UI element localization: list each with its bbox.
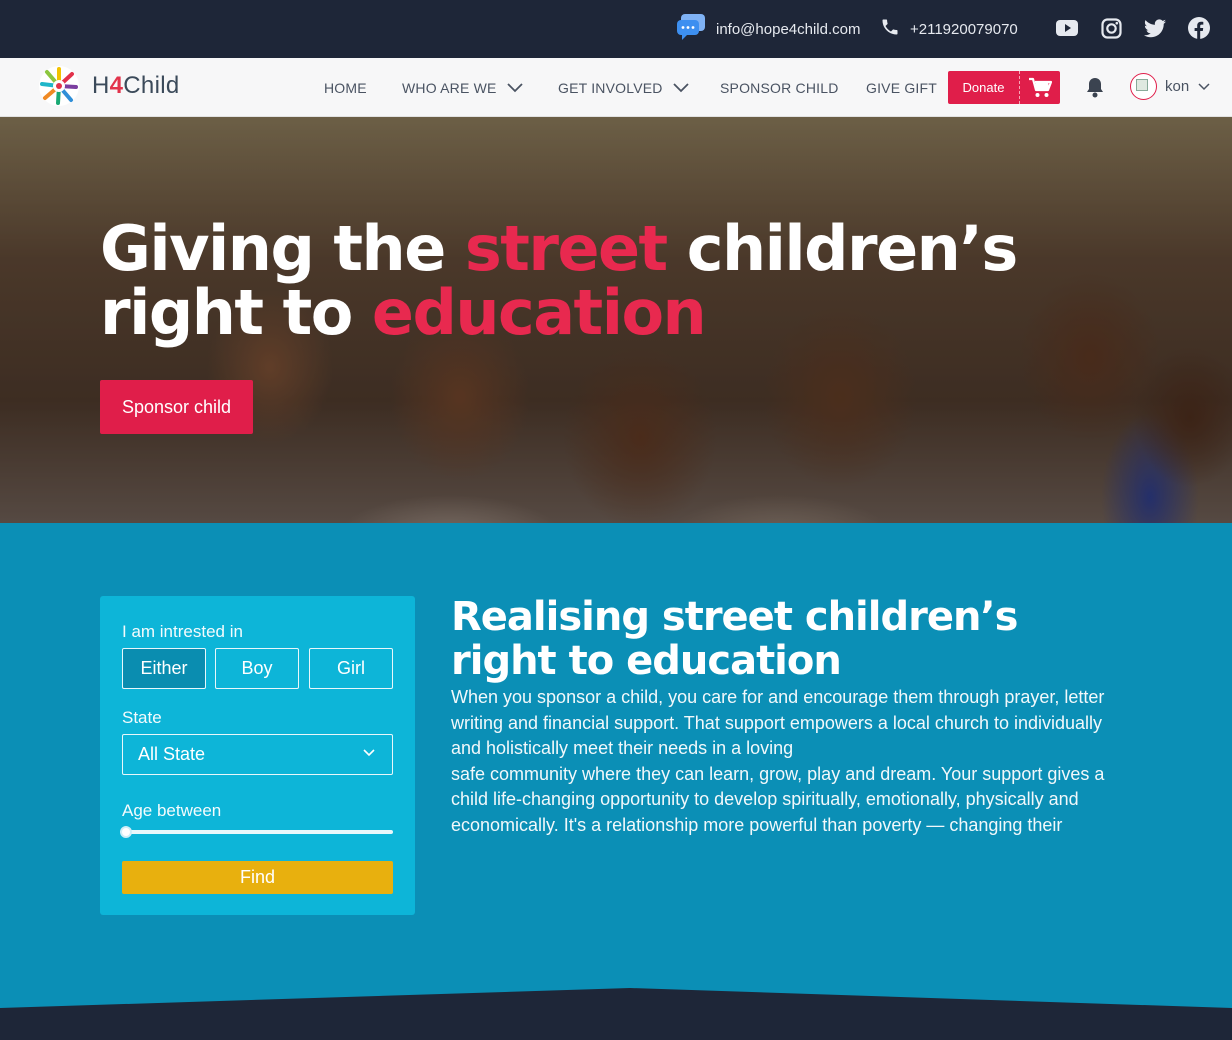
donate-group: Donate [948, 71, 1060, 104]
hero-title-line1-a: Giving the [100, 212, 465, 285]
nav-home[interactable]: HOME [324, 58, 367, 117]
bell-icon[interactable] [1085, 77, 1105, 103]
about-text-line: safe community where they can learn, gro… [451, 763, 1105, 784]
state-select-value: All State [138, 744, 206, 764]
about-text: When you sponsor a child, you care for a… [451, 685, 1131, 839]
logo-text-child: Child [123, 72, 180, 99]
hero-title: Giving the street children’s right to ed… [100, 217, 1018, 345]
hero-title-accent-education: education [371, 276, 707, 349]
youtube-icon[interactable] [1056, 17, 1078, 39]
instagram-icon[interactable] [1100, 17, 1122, 39]
sponsor-child-button[interactable]: Sponsor child [100, 380, 253, 434]
choice-girl[interactable]: Girl [309, 648, 393, 689]
email-contact[interactable]: info@hope4child.com [676, 0, 860, 58]
choice-either[interactable]: Either [122, 648, 206, 689]
twitter-icon[interactable] [1144, 17, 1166, 39]
logo-text-h: H [92, 72, 110, 99]
cart-icon [1029, 77, 1052, 97]
age-label: Age between [122, 801, 222, 820]
hero-banner: Giving the street children’s right to ed… [0, 117, 1232, 523]
nav-give-gift-label: GIVE GIFT [866, 79, 938, 96]
avatar [1130, 73, 1157, 100]
cart-button[interactable] [1019, 71, 1060, 104]
about-title: Realising street children’s right to edu… [451, 594, 1018, 684]
donate-button[interactable]: Donate [948, 71, 1019, 104]
nav-give-gift[interactable]: GIVE GIFT [866, 58, 937, 117]
section-divider-wave [0, 988, 1232, 1040]
chat-icon [676, 13, 716, 45]
choice-boy[interactable]: Boy [215, 648, 299, 689]
state-label: State [122, 708, 162, 727]
chevron-down-icon [506, 82, 523, 92]
about-text-line: child life-changing opportunity to devel… [451, 789, 1079, 810]
nav-who-are-we[interactable]: WHO ARE WE [402, 58, 523, 117]
site-logo[interactable]: H4Child [38, 65, 180, 107]
about-title-line2: right to education [451, 638, 842, 684]
user-name: kon [1165, 78, 1190, 95]
hero-title-line1-b: children’s [666, 212, 1019, 285]
hero-title-accent-street: street [464, 212, 668, 285]
about-text-line: writing and financial support. That supp… [451, 712, 1103, 733]
about-title-line1: Realising street children’s [451, 594, 1018, 640]
state-select[interactable]: All State [122, 734, 393, 775]
nav-get-involved-label: GET INVOLVED [558, 79, 663, 96]
about-text-line: economically. It's a relationship more p… [451, 814, 1063, 835]
phone-text[interactable]: +211920079070 [910, 21, 1018, 38]
chevron-down-icon [1198, 82, 1210, 90]
age-slider-thumb[interactable] [120, 826, 132, 838]
about-text-line: and holistically meet their needs in a l… [451, 738, 794, 759]
phone-contact[interactable]: +211920079070 [880, 0, 1018, 58]
chevron-down-icon [672, 82, 689, 92]
logo-text-4: 4 [109, 72, 124, 99]
social-links [1056, 17, 1210, 39]
interest-label: I am intrested in [122, 622, 243, 641]
nav-home-label: HOME [324, 79, 367, 96]
find-button[interactable]: Find [122, 861, 393, 894]
user-menu[interactable]: kon [1130, 73, 1210, 100]
nav-get-involved[interactable]: GET INVOLVED [558, 58, 689, 117]
child-filter-card: I am intrested in Either Boy Girl State … [100, 596, 415, 915]
logo-text: H4Child [92, 72, 180, 100]
sponsor-section: I am intrested in Either Boy Girl State … [0, 523, 1232, 1040]
facebook-icon[interactable] [1188, 17, 1210, 39]
nav-sponsor-child-label: SPONSOR CHILD [720, 79, 839, 96]
phone-icon [880, 17, 910, 41]
age-slider[interactable] [120, 826, 393, 838]
email-text[interactable]: info@hope4child.com [716, 21, 860, 38]
top-contact-bar: info@hope4child.com +211920079070 [0, 0, 1232, 58]
nav-sponsor-child[interactable]: SPONSOR CHILD [720, 58, 839, 117]
main-navbar: H4Child HOME WHO ARE WE GET INVOLVED SPO… [0, 58, 1232, 117]
logo-hands-icon [38, 65, 80, 107]
nav-who-are-we-label: WHO ARE WE [402, 79, 497, 96]
about-text-line: When you sponsor a child, you care for a… [451, 687, 1105, 707]
hero-title-line2-a: right to [100, 276, 372, 349]
chevron-down-icon [363, 749, 375, 757]
